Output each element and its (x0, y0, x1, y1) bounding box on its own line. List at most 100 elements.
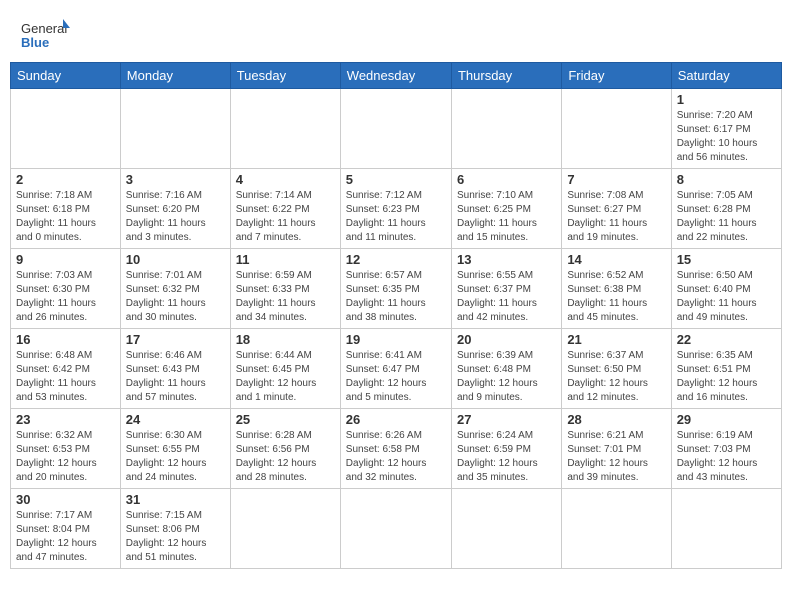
day-number: 28 (567, 412, 665, 427)
day-cell: 10Sunrise: 7:01 AM Sunset: 6:32 PM Dayli… (120, 249, 230, 329)
day-number: 23 (16, 412, 115, 427)
day-cell: 26 Sunrise: 6:26 AM Sunset: 6:58 PM Dayli… (340, 409, 451, 489)
day-cell: 21Sunrise: 6:37 AM Sunset: 6:50 PM Dayli… (562, 329, 671, 409)
day-cell: 23Sunrise: 6:32 AM Sunset: 6:53 PM Dayli… (11, 409, 121, 489)
day-cell (671, 489, 781, 569)
day-number: 7 (567, 172, 665, 187)
day-number: 29 (677, 412, 776, 427)
day-cell: 1 Sunrise: 7:20 AM Sunset: 6:17 PM Daylig… (671, 89, 781, 169)
day-info: Sunrise: 7:10 AM Sunset: 6:25 PM Dayligh… (457, 189, 556, 245)
day-cell: 6Sunrise: 7:10 AM Sunset: 6:25 PM Daylig… (451, 169, 561, 249)
weekday-header-thursday: Thursday (451, 63, 561, 89)
day-info: Sunrise: 6:48 AM Sunset: 6:42 PM Dayligh… (16, 349, 115, 405)
day-info: Sunrise: 6:24 AM Sunset: 6:59 PM Dayligh… (457, 429, 556, 485)
day-info: Sunrise: 6:59 AM Sunset: 6:33 PM Dayligh… (236, 269, 335, 325)
day-info: Sunrise: 7:17 AM Sunset: 8:04 PM Dayligh… (16, 509, 115, 565)
day-number: 22 (677, 332, 776, 347)
day-info: Sunrise: 7:08 AM Sunset: 6:27 PM Dayligh… (567, 189, 665, 245)
day-number: 12 (346, 252, 446, 267)
day-info: Sunrise: 6:39 AM Sunset: 6:48 PM Dayligh… (457, 349, 556, 405)
day-info: Sunrise: 6:50 AM Sunset: 6:40 PM Dayligh… (677, 269, 776, 325)
day-cell: 2Sunrise: 7:18 AM Sunset: 6:18 PM Daylig… (11, 169, 121, 249)
day-number: 21 (567, 332, 665, 347)
day-cell: 27 Sunrise: 6:24 AM Sunset: 6:59 PM Dayli… (451, 409, 561, 489)
day-cell: 19 Sunrise: 6:41 AM Sunset: 6:47 PM Dayli… (340, 329, 451, 409)
day-cell (11, 89, 121, 169)
day-info: Sunrise: 6:28 AM Sunset: 6:56 PM Dayligh… (236, 429, 335, 485)
day-number: 13 (457, 252, 556, 267)
svg-text:General: General (21, 21, 67, 36)
day-info: Sunrise: 7:15 AM Sunset: 8:06 PM Dayligh… (126, 509, 225, 565)
day-number: 19 (346, 332, 446, 347)
day-info: Sunrise: 6:30 AM Sunset: 6:55 PM Dayligh… (126, 429, 225, 485)
day-number: 15 (677, 252, 776, 267)
week-row-5: 30Sunrise: 7:17 AM Sunset: 8:04 PM Dayli… (11, 489, 782, 569)
day-number: 11 (236, 252, 335, 267)
day-info: Sunrise: 7:12 AM Sunset: 6:23 PM Dayligh… (346, 189, 446, 245)
day-cell: 5 Sunrise: 7:12 AM Sunset: 6:23 PM Daylig… (340, 169, 451, 249)
week-row-0: 1 Sunrise: 7:20 AM Sunset: 6:17 PM Daylig… (11, 89, 782, 169)
day-info: Sunrise: 7:05 AM Sunset: 6:28 PM Dayligh… (677, 189, 776, 245)
day-number: 1 (677, 92, 776, 107)
weekday-header-saturday: Saturday (671, 63, 781, 89)
weekday-header-tuesday: Tuesday (230, 63, 340, 89)
day-number: 16 (16, 332, 115, 347)
generalblue-logo-icon: General Blue (20, 18, 70, 56)
day-cell: 20 Sunrise: 6:39 AM Sunset: 6:48 PM Dayli… (451, 329, 561, 409)
day-cell: 25 Sunrise: 6:28 AM Sunset: 6:56 PM Dayli… (230, 409, 340, 489)
day-number: 31 (126, 492, 225, 507)
day-number: 24 (126, 412, 225, 427)
day-cell (451, 89, 561, 169)
day-number: 20 (457, 332, 556, 347)
day-number: 26 (346, 412, 446, 427)
week-row-2: 9Sunrise: 7:03 AM Sunset: 6:30 PM Daylig… (11, 249, 782, 329)
day-number: 14 (567, 252, 665, 267)
day-info: Sunrise: 7:03 AM Sunset: 6:30 PM Dayligh… (16, 269, 115, 325)
weekday-header-monday: Monday (120, 63, 230, 89)
week-row-3: 16 Sunrise: 6:48 AM Sunset: 6:42 PM Dayli… (11, 329, 782, 409)
day-info: Sunrise: 6:46 AM Sunset: 6:43 PM Dayligh… (126, 349, 225, 405)
weekday-header-wednesday: Wednesday (340, 63, 451, 89)
header: General Blue (10, 10, 782, 62)
day-number: 27 (457, 412, 556, 427)
day-cell (562, 89, 671, 169)
day-cell (340, 89, 451, 169)
day-cell (451, 489, 561, 569)
weekday-header-friday: Friday (562, 63, 671, 89)
day-cell: 18Sunrise: 6:44 AM Sunset: 6:45 PM Dayli… (230, 329, 340, 409)
day-info: Sunrise: 6:19 AM Sunset: 7:03 PM Dayligh… (677, 429, 776, 485)
calendar-page: General Blue SundayMondayTuesdayWednesda… (0, 0, 792, 579)
day-cell: 15 Sunrise: 6:50 AM Sunset: 6:40 PM Dayli… (671, 249, 781, 329)
svg-text:Blue: Blue (21, 35, 49, 50)
day-number: 5 (346, 172, 446, 187)
day-info: Sunrise: 6:41 AM Sunset: 6:47 PM Dayligh… (346, 349, 446, 405)
day-number: 3 (126, 172, 225, 187)
day-cell: 14Sunrise: 6:52 AM Sunset: 6:38 PM Dayli… (562, 249, 671, 329)
day-number: 17 (126, 332, 225, 347)
day-cell: 13 Sunrise: 6:55 AM Sunset: 6:37 PM Dayli… (451, 249, 561, 329)
week-row-4: 23Sunrise: 6:32 AM Sunset: 6:53 PM Dayli… (11, 409, 782, 489)
day-cell (230, 89, 340, 169)
day-cell: 12 Sunrise: 6:57 AM Sunset: 6:35 PM Dayli… (340, 249, 451, 329)
day-info: Sunrise: 7:01 AM Sunset: 6:32 PM Dayligh… (126, 269, 225, 325)
day-info: Sunrise: 7:16 AM Sunset: 6:20 PM Dayligh… (126, 189, 225, 245)
day-cell (340, 489, 451, 569)
day-number: 2 (16, 172, 115, 187)
day-cell: 29 Sunrise: 6:19 AM Sunset: 7:03 PM Dayli… (671, 409, 781, 489)
day-cell: 30Sunrise: 7:17 AM Sunset: 8:04 PM Dayli… (11, 489, 121, 569)
day-info: Sunrise: 6:55 AM Sunset: 6:37 PM Dayligh… (457, 269, 556, 325)
day-info: Sunrise: 6:57 AM Sunset: 6:35 PM Dayligh… (346, 269, 446, 325)
day-cell: 4Sunrise: 7:14 AM Sunset: 6:22 PM Daylig… (230, 169, 340, 249)
week-row-1: 2Sunrise: 7:18 AM Sunset: 6:18 PM Daylig… (11, 169, 782, 249)
day-number: 25 (236, 412, 335, 427)
day-cell (230, 489, 340, 569)
logo: General Blue (20, 18, 70, 56)
day-cell: 17 Sunrise: 6:46 AM Sunset: 6:43 PM Dayli… (120, 329, 230, 409)
day-cell: 8Sunrise: 7:05 AM Sunset: 6:28 PM Daylig… (671, 169, 781, 249)
day-number: 4 (236, 172, 335, 187)
day-cell: 9Sunrise: 7:03 AM Sunset: 6:30 PM Daylig… (11, 249, 121, 329)
day-info: Sunrise: 6:26 AM Sunset: 6:58 PM Dayligh… (346, 429, 446, 485)
day-info: Sunrise: 7:20 AM Sunset: 6:17 PM Dayligh… (677, 109, 776, 165)
day-cell: 28Sunrise: 6:21 AM Sunset: 7:01 PM Dayli… (562, 409, 671, 489)
weekday-header-row: SundayMondayTuesdayWednesdayThursdayFrid… (11, 63, 782, 89)
